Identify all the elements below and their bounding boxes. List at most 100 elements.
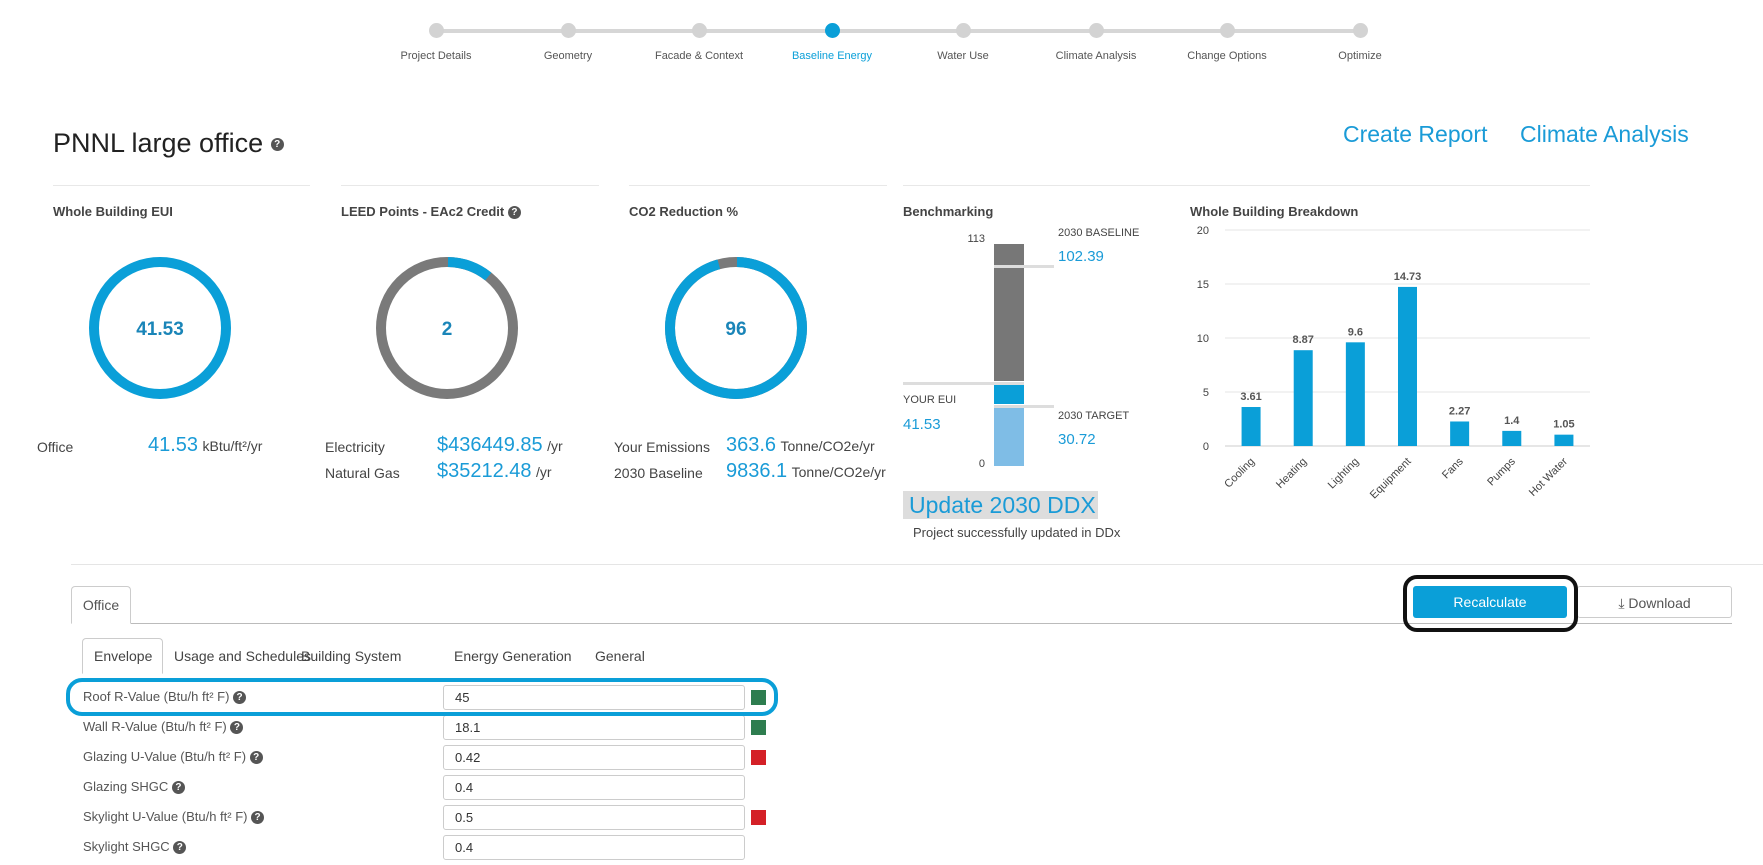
bar xyxy=(1398,286,1417,446)
benchmark-max-label: 113 xyxy=(967,233,985,245)
update-ddx-button[interactable]: Update 2030 DDX xyxy=(903,491,1098,519)
x-category-label: Lighting xyxy=(1326,456,1362,492)
breakdown-chart-title: Whole Building Breakdown xyxy=(1190,204,1359,219)
step-label[interactable]: Geometry xyxy=(544,50,592,62)
page-title: PNNL large office ? xyxy=(53,128,284,159)
leed-card-title: LEED Points - EAc2 Credit ? xyxy=(341,204,521,220)
question-circle-icon[interactable]: ? xyxy=(230,721,244,735)
question-circle-icon[interactable]: ? xyxy=(251,811,265,825)
co2-ring-chart: 96 xyxy=(665,257,807,399)
step-dot[interactable] xyxy=(1353,23,1368,38)
bar-value-label: 1.05 xyxy=(1553,419,1574,431)
bar xyxy=(1345,342,1365,446)
natural-gas-label: Natural Gas xyxy=(325,465,400,481)
roof-row-highlight xyxy=(66,678,778,716)
tab-office[interactable]: Office xyxy=(71,586,131,624)
step-label[interactable]: Climate Analysis xyxy=(1056,50,1137,62)
step-dot[interactable] xyxy=(429,23,444,38)
eui-unit: kBtu/ft²/yr xyxy=(202,438,263,454)
question-circle-icon[interactable]: ? xyxy=(507,206,521,220)
x-category-label: Equipment xyxy=(1368,456,1414,502)
bar-value-label: 2.27 xyxy=(1449,405,1470,417)
y-tick-label: 15 xyxy=(1197,279,1209,291)
breakdown-bar-chart: 0 5 10 15 20 3.61 Cooling 8.87 Heating 9.6 Lightin… xyxy=(1197,225,1590,502)
y-tick-label: 0 xyxy=(1203,441,1209,453)
divider xyxy=(71,564,1763,565)
unit-label: Tonne/CO2e/yr xyxy=(780,438,875,454)
divider xyxy=(341,185,599,186)
step-dot[interactable] xyxy=(825,23,840,38)
x-category-label: Heating xyxy=(1274,456,1309,491)
form-row: Glazing SHGC ? 0.4 xyxy=(83,775,783,800)
y-tick-label: 5 xyxy=(1203,387,1209,399)
unit-label: /yr xyxy=(536,464,552,480)
natural-gas-cost: $35212.48 xyxy=(437,460,532,482)
form-row: Wall R-Value (Btu/h ft² F) ? 18.1 xyxy=(83,715,783,740)
field-label: Skylight U-Value (Btu/h ft² F) ? xyxy=(83,809,265,825)
co2-card-title: CO2 Reduction % xyxy=(629,204,739,219)
step-label[interactable]: Water Use xyxy=(937,50,989,62)
your-eui-marker xyxy=(903,382,1024,386)
field-label: Glazing U-Value (Btu/h ft² F) ? xyxy=(83,749,263,765)
x-category-label: Pumps xyxy=(1485,455,1518,488)
divider xyxy=(903,185,1590,186)
field-value: 0.4 xyxy=(455,840,474,855)
create-report-link[interactable]: Create Report xyxy=(1343,121,1487,148)
eui-office-label: Office xyxy=(37,439,74,455)
field-label: Skylight SHGC ? xyxy=(83,839,187,855)
field-value: 0.4 xyxy=(455,780,474,795)
y-tick-label: 20 xyxy=(1197,225,1209,237)
tab-energy-generation[interactable]: Energy Generation xyxy=(454,648,572,664)
step-dot[interactable] xyxy=(956,23,971,38)
step-dot[interactable] xyxy=(1089,23,1104,38)
target-label: 2030 TARGET xyxy=(1058,410,1130,422)
tab-envelope[interactable]: Envelope xyxy=(94,648,152,664)
your-emissions-value: 363.6 xyxy=(726,434,777,456)
field-input[interactable]: 0.5 xyxy=(443,805,745,830)
step-dot[interactable] xyxy=(1220,23,1235,38)
status-indicator xyxy=(751,810,766,825)
tab-usage-schedules[interactable]: Usage and Schedules xyxy=(174,648,311,664)
step-label[interactable]: Change Options xyxy=(1187,50,1267,62)
benchmarking-title: Benchmarking xyxy=(903,204,994,219)
step-label[interactable]: Baseline Energy xyxy=(792,50,872,62)
status-indicator xyxy=(751,720,766,735)
question-circle-icon[interactable]: ? xyxy=(173,841,187,855)
field-input[interactable]: 0.4 xyxy=(443,835,745,860)
tab-building-system[interactable]: Building System xyxy=(301,648,401,664)
bar-value-label: 9.6 xyxy=(1348,326,1363,338)
baseline-value: 102.39 xyxy=(1058,248,1104,265)
divider xyxy=(629,185,887,186)
climate-analysis-link[interactable]: Climate Analysis xyxy=(1520,121,1689,148)
x-category-label: Hot Water xyxy=(1527,455,1570,498)
field-label: Glazing SHGC ? xyxy=(83,779,185,795)
bar xyxy=(1554,434,1574,446)
question-circle-icon[interactable]: ? xyxy=(270,138,284,152)
field-input[interactable]: 18.1 xyxy=(443,715,745,740)
step-dot[interactable] xyxy=(692,23,707,38)
benchmark-your-eui-segment xyxy=(994,385,1024,404)
field-input[interactable]: 0.42 xyxy=(443,745,745,770)
form-row: Skylight U-Value (Btu/h ft² F) ? 0.5 xyxy=(83,805,783,830)
benchmark-min-label: 0 xyxy=(978,458,985,470)
field-input[interactable]: 0.4 xyxy=(443,775,745,800)
baseline-marker xyxy=(994,264,1054,268)
step-label[interactable]: Optimize xyxy=(1338,50,1381,62)
question-circle-icon[interactable]: ? xyxy=(171,781,185,795)
step-label[interactable]: Facade & Context xyxy=(655,50,743,62)
field-label: Wall R-Value (Btu/h ft² F) ? xyxy=(83,719,244,735)
download-button[interactable]: ⤓ Download xyxy=(1577,586,1732,618)
eui-ring-chart: 41.53 xyxy=(89,257,231,399)
target-marker xyxy=(994,404,1054,408)
step-dot[interactable] xyxy=(561,23,576,38)
question-circle-icon[interactable]: ? xyxy=(249,751,263,765)
tab-general[interactable]: General xyxy=(595,648,645,664)
unit-label: Tonne/CO2e/yr xyxy=(791,464,886,480)
download-icon: ⤓ xyxy=(1618,595,1625,611)
field-value: 18.1 xyxy=(455,720,481,735)
electricity-cost: $436449.85 xyxy=(437,434,543,456)
leed-ring-chart: 2 xyxy=(376,257,518,399)
divider xyxy=(53,185,310,186)
bar xyxy=(1450,421,1470,446)
step-label[interactable]: Project Details xyxy=(401,50,472,62)
